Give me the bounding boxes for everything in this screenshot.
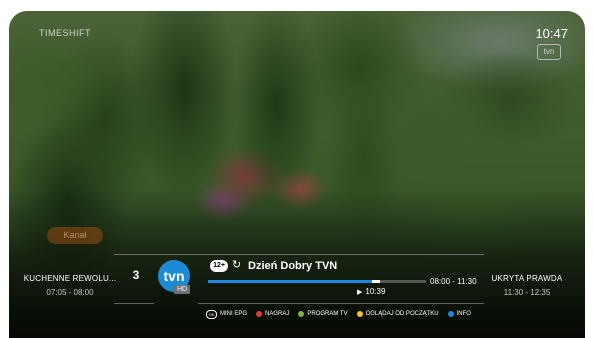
age-rating-badge: 12+ [210, 260, 228, 272]
red-dot-icon [256, 311, 263, 317]
legend-record-label: NAGRAJ [265, 311, 290, 317]
next-program-time: 11:30 - 12:35 [503, 288, 551, 297]
progress-buffer [371, 280, 381, 283]
playback-position: ▶ 10:39 [357, 287, 385, 296]
program-progress-bar[interactable] [208, 280, 426, 283]
background-channel-chip: Kanał [47, 227, 103, 244]
blue-dot-icon [447, 311, 454, 317]
hd-badge: HD [174, 285, 190, 294]
next-program[interactable]: UKRYTA PRAWDA 11:30 - 12:35 [477, 274, 577, 297]
restart-icon[interactable]: ↻ [232, 259, 244, 271]
previous-program-title: KUCHENNE REWOLU... [23, 274, 117, 283]
yellow-dot-icon [356, 311, 363, 317]
next-program-title: UKRYTA PRAWDA [491, 274, 563, 283]
legend-watch-from-start-label: OGLĄDAJ OD POCZĄTKU [365, 311, 439, 317]
info-bar-top-divider [114, 254, 484, 255]
channel-logo-text: tvn [163, 268, 185, 284]
playback-time: 10:39 [365, 287, 386, 296]
clock: 10:47 [535, 26, 568, 41]
legend-mini-epg[interactable]: OK MINI EPG [206, 309, 248, 319]
info-bar-bottom-divider [114, 303, 154, 304]
legend-watch-from-start[interactable]: OGLĄDAJ OD POCZĄTKU [356, 311, 439, 317]
legend-record[interactable]: NAGRAJ [256, 311, 289, 317]
channel-number: 3 [132, 268, 140, 282]
legend-tv-guide-label: PROGRAM TV [307, 311, 348, 317]
legend-info[interactable]: INFO [447, 311, 471, 317]
previous-program[interactable]: KUCHENNE REWOLU... 07:05 - 08:00 [15, 274, 125, 297]
green-dot-icon [298, 311, 305, 317]
legend-info-label: INFO [456, 311, 471, 317]
timeshift-label: TIMESHIFT [39, 28, 91, 38]
current-program-title: Dzień Dobry TVN [248, 260, 338, 272]
previous-program-time: 07:05 - 08:00 [46, 288, 94, 297]
progress-fill [208, 280, 372, 283]
ok-button-icon: OK [206, 309, 217, 319]
legend-mini-epg-label: MINI EPG [220, 311, 248, 317]
play-icon: ▶ [357, 289, 363, 296]
current-program-time-range: 08:00 - 11:30 [430, 277, 477, 286]
channel-watermark-logo: tvn [537, 44, 561, 60]
legend-tv-guide[interactable]: PROGRAM TV [298, 311, 348, 317]
info-bar-bottom-divider-right [198, 303, 484, 304]
key-legend: OK MINI EPG NAGRAJ PROGRAM TV OGLĄDAJ OD… [206, 308, 471, 320]
video-screen: TIMESHIFT 10:47 tvn Kanał KUCHENNE REWOL… [9, 11, 585, 338]
